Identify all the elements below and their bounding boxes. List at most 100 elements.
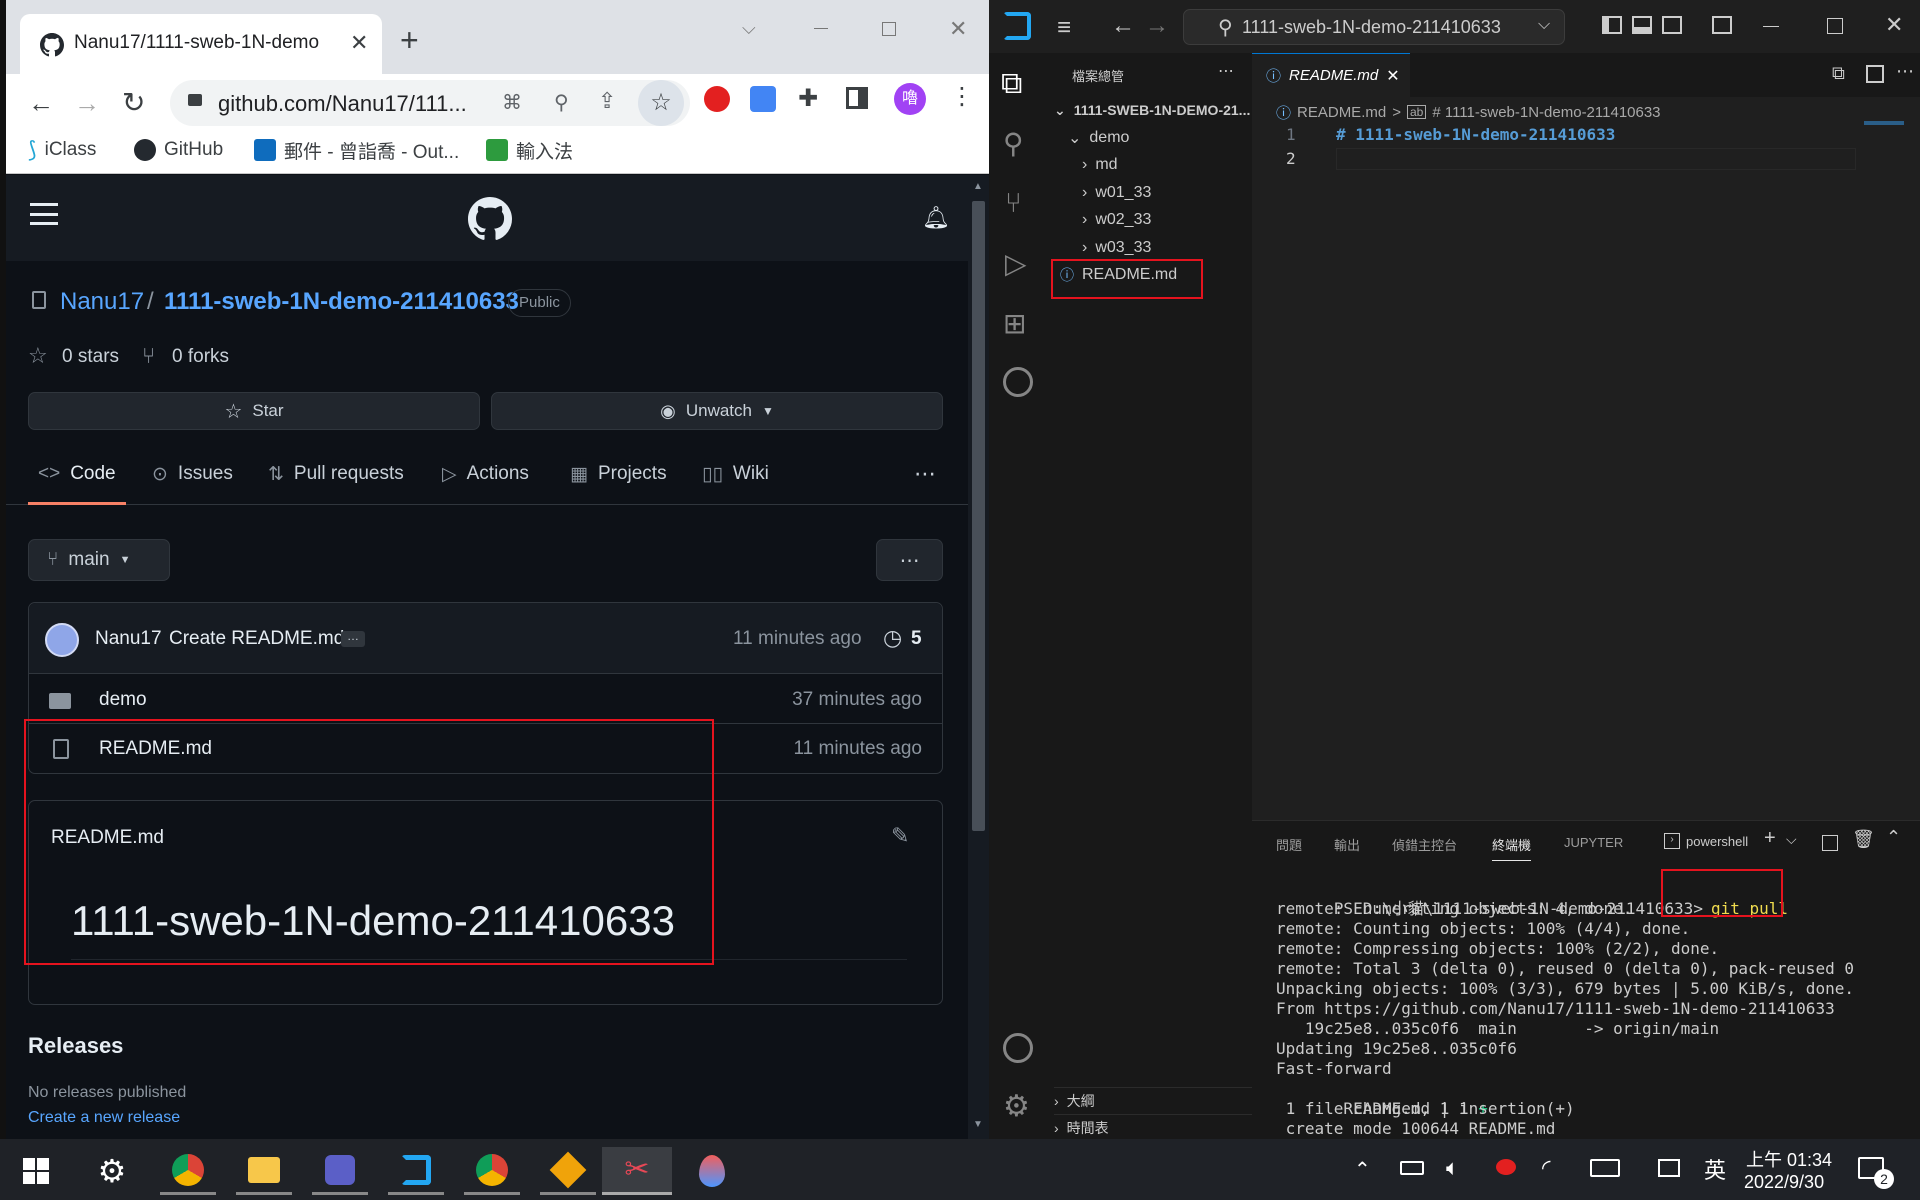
bookmark-iclass[interactable]: ⟆ iClass <box>28 134 96 166</box>
scroll-down-icon[interactable]: ▼ <box>973 1119 983 1130</box>
tab-problems[interactable]: 問題 <box>1276 835 1302 854</box>
menu-icon[interactable]: ≡ <box>1057 14 1071 42</box>
tab-debug-console[interactable]: 偵錯主控台 <box>1392 835 1457 854</box>
tree-item-w01[interactable]: › w01_33 <box>1082 180 1151 206</box>
browser-tab[interactable]: Nanu17/1111-sweb-1N-demo ✕ <box>20 14 382 74</box>
commit-message[interactable]: Create README.md <box>169 628 344 650</box>
stars-count[interactable]: 0 stars <box>62 346 119 368</box>
command-center[interactable]: ⚲ 1111-sweb-1N-demo-211410633 ⌵ <box>1183 9 1565 45</box>
nav-back-icon[interactable]: ← <box>1111 12 1135 40</box>
tree-item-md[interactable]: › md <box>1082 152 1118 178</box>
github-view-icon[interactable] <box>1003 367 1033 397</box>
reload-icon[interactable]: ↻ <box>122 86 145 119</box>
history-icon[interactable]: ◷ <box>883 625 902 651</box>
split-editor-icon[interactable] <box>1866 65 1884 83</box>
github-logo-icon[interactable] <box>468 197 512 241</box>
desktop-icon[interactable] <box>1658 1159 1680 1177</box>
breadcrumb-symbol[interactable]: # 1111-sweb-1N-demo-211410633 <box>1432 104 1660 121</box>
extensions-icon[interactable]: ✚ <box>798 84 818 113</box>
close-window-icon[interactable]: ✕ <box>949 16 967 42</box>
back-icon[interactable]: ← <box>28 88 54 119</box>
menu-kebab-icon[interactable]: ⋮ <box>950 82 974 111</box>
antivirus-icon[interactable] <box>1496 1159 1516 1175</box>
new-terminal-icon[interactable]: + <box>1764 827 1776 850</box>
tab-search-icon[interactable]: ⌵ <box>742 18 756 39</box>
repo-name-link[interactable]: 1111-sweb-1N-demo-211410633 <box>164 288 519 316</box>
tab-jupyter[interactable]: JUPYTER <box>1564 835 1623 850</box>
commit-author[interactable]: Nanu17 <box>95 628 162 650</box>
tree-item-w03[interactable]: › w03_33 <box>1082 235 1151 261</box>
vscode-minimize-icon[interactable] <box>1763 26 1779 27</box>
edit-pencil-icon[interactable]: ✎ <box>891 823 909 849</box>
code-more-button[interactable]: ⋯ <box>876 539 943 581</box>
taskbar-settings[interactable]: ⚙ <box>84 1147 140 1195</box>
clock-date[interactable]: 2022/9/30 <box>1744 1172 1824 1193</box>
share-icon[interactable]: ⇪ <box>598 88 616 114</box>
new-tab-icon[interactable]: + <box>400 24 419 56</box>
star-button[interactable]: ☆ Star <box>28 392 480 430</box>
editor-more-icon[interactable]: ⋯ <box>1896 61 1914 82</box>
page-scrollbar[interactable]: ▲ ▼ <box>968 175 989 1139</box>
scroll-thumb[interactable] <box>972 201 985 831</box>
commit-expand-button[interactable]: … <box>341 630 365 647</box>
tree-item-demo[interactable]: ⌄ demo <box>1068 125 1129 151</box>
wifi-icon[interactable]: ◜ <box>1542 1155 1551 1181</box>
touch-keyboard-icon[interactable] <box>1590 1159 1620 1177</box>
commit-count[interactable]: 5 <box>911 628 922 650</box>
minimize-icon[interactable] <box>814 28 828 29</box>
taskbar-vscode[interactable] <box>388 1147 444 1195</box>
accounts-icon[interactable] <box>1003 1033 1033 1063</box>
timeline-section[interactable]: › 時間表 <box>1054 1114 1258 1140</box>
tab-wiki[interactable]: ▯▯ Wiki <box>702 445 769 503</box>
taskbar-paint[interactable] <box>684 1147 740 1195</box>
file-name[interactable]: demo <box>99 689 147 711</box>
bookmark-github[interactable]: GitHub <box>134 134 223 166</box>
address-bar[interactable]: github.com/Nanu17/111... ⌘ ⚲ ⇪ ☆ <box>170 80 690 126</box>
create-release-link[interactable]: Create a new release <box>28 1109 180 1127</box>
bookmark-outlook[interactable]: 郵件 - 曾詣喬 - Out... <box>254 134 459 166</box>
start-button[interactable] <box>8 1147 64 1195</box>
repo-owner-link[interactable]: Nanu17 <box>60 288 144 316</box>
extensions-view-icon[interactable]: ⊞ <box>1003 307 1026 340</box>
notifications-bell-icon[interactable]: 🔔︎ <box>922 205 950 231</box>
nav-forward-icon[interactable]: → <box>1145 12 1169 40</box>
taskbar-teams[interactable] <box>312 1147 368 1195</box>
releases-title[interactable]: Releases <box>28 1033 123 1059</box>
file-row-demo[interactable]: demo 37 minutes ago <box>29 675 942 724</box>
unwatch-button[interactable]: ◉ Unwatch ▼ <box>491 392 943 430</box>
tab-actions[interactable]: ▷ Actions <box>442 445 529 503</box>
tree-item-w02[interactable]: › w02_33 <box>1082 207 1151 233</box>
tab-projects[interactable]: ▦ Projects <box>570 445 667 503</box>
clock-time[interactable]: 上午 01:34 <box>1746 1146 1832 1172</box>
customize-layout-icon[interactable] <box>1712 16 1732 34</box>
terminal-dropdown-icon[interactable]: ⌵ <box>1786 831 1797 848</box>
sidepanel-icon[interactable] <box>846 87 868 109</box>
editor-tab-readme[interactable]: ⓘ README.md ✕ <box>1252 53 1410 97</box>
tab-code[interactable]: <> Code <box>28 445 126 505</box>
zoom-icon[interactable]: ⚲ <box>554 90 569 115</box>
explorer-more-icon[interactable]: ⋯ <box>1218 61 1234 81</box>
taskbar-file-explorer[interactable] <box>236 1147 292 1195</box>
search-view-icon[interactable]: ⚲ <box>1003 127 1024 160</box>
forward-icon[interactable]: → <box>74 88 100 119</box>
minimap[interactable] <box>1864 121 1904 125</box>
tray-overflow-icon[interactable]: ⌃ <box>1354 1157 1371 1182</box>
bookmark-star-icon[interactable]: ☆ <box>638 80 684 126</box>
vscode-close-icon[interactable]: ✕ <box>1885 12 1903 38</box>
kill-terminal-icon[interactable]: 🗑︎ <box>1852 829 1875 850</box>
breadcrumb-file[interactable]: README.md <box>1297 104 1386 121</box>
explorer-icon[interactable]: ⧉ <box>1001 67 1022 101</box>
bookmark-ime[interactable]: 輸入法 <box>486 134 573 166</box>
maximize-icon[interactable] <box>882 22 896 36</box>
split-terminal-icon[interactable] <box>1822 835 1838 851</box>
settings-gear-icon[interactable]: ⚙ <box>1003 1089 1030 1124</box>
code-line-1[interactable]: # 1111-sweb-1N-demo-211410633 <box>1336 125 1615 144</box>
tab-terminal[interactable]: 終端機 <box>1492 835 1532 861</box>
tab-issues[interactable]: ⊙ Issues <box>152 445 233 503</box>
vscode-maximize-icon[interactable] <box>1827 18 1843 34</box>
avatar[interactable] <box>45 623 79 657</box>
maximize-panel-icon[interactable]: ⌃ <box>1886 827 1901 848</box>
hamburger-menu-icon[interactable] <box>30 203 58 225</box>
more-tabs-icon[interactable]: ⋯ <box>914 461 936 487</box>
tab-close-icon[interactable]: ✕ <box>1386 66 1399 86</box>
